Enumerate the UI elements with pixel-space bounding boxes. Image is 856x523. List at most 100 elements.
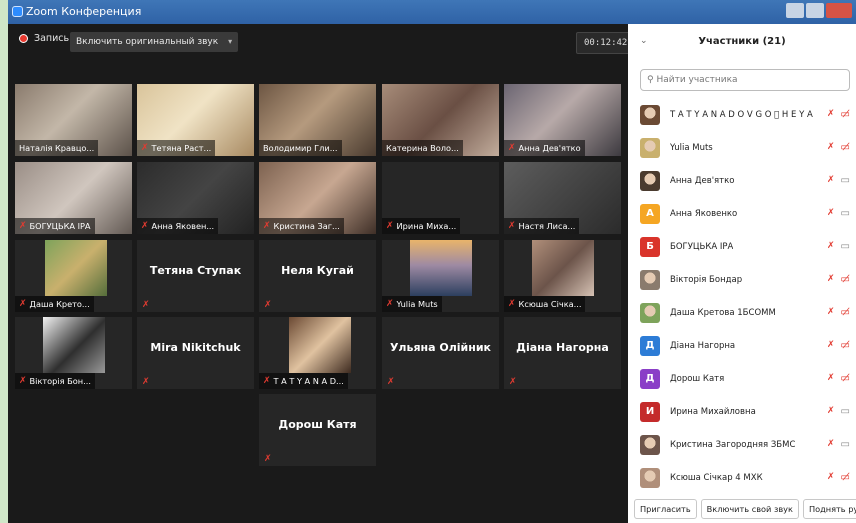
unmute-self-button[interactable]: Включить свой звук [700,499,799,519]
search-participant-input[interactable]: ⚲ Найти участника [640,69,850,91]
minimize-button[interactable] [786,3,804,18]
video-tile[interactable]: Дорош Катя ✗ [259,394,376,466]
participant-name-label: Наталія Кравцо... [15,140,99,156]
video-off-icon[interactable]: ▭̸ [841,274,850,285]
video-off-icon[interactable]: ▭̸ [841,340,850,351]
participant-name-label: ✗ Даша Крето... [15,296,94,312]
participant-row[interactable]: Yulia Muts ✗ ▭̸ [628,132,856,165]
record-label: Запись [34,33,70,44]
participant-name-label: Володимир Гли... [259,140,342,156]
close-button[interactable] [826,3,852,18]
participant-list-name: Кристина Загородняя ЗБМС [670,440,796,450]
participant-row[interactable]: Кристина Загородняя ЗБМС ✗ ▭ [628,429,856,462]
mic-muted-icon[interactable]: ✗ [827,109,835,120]
participant-row[interactable]: Б БОГУЦЬКА ІРА ✗ ▭ [628,231,856,264]
participant-row[interactable]: T A T Y A N A D O V G O ⃞ H E Y A ✗ ▭̸ [628,99,856,132]
video-tile[interactable]: Тетяна Ступак ✗ [137,240,254,312]
title-bar: Zoom Конференция [8,0,856,24]
video-tile[interactable]: Катерина Воло... [382,84,499,156]
video-tile[interactable]: Володимир Гли... [259,84,376,156]
participant-name-large: Дорош Катя [278,418,357,431]
mic-muted-icon[interactable]: ✗ [827,307,835,318]
video-tile[interactable]: ✗ Ирина Миха... [382,162,499,234]
participant-name-label: ✗ Ксюша Січка... [504,296,586,312]
participant-name: Анна Дев'ятко [518,143,581,153]
video-tile[interactable]: Mira Nikitchuk ✗ [137,317,254,389]
video-off-icon[interactable]: ▭̸ [841,307,850,318]
video-tile[interactable]: ✗ Кристина Заг... [259,162,376,234]
video-tile[interactable]: Діана Нагорна ✗ [504,317,621,389]
zoom-window: Zoom Конференция Запись Включить оригина… [8,0,856,523]
participant-row[interactable]: Анна Дев'ятко ✗ ▭ [628,165,856,198]
video-tile[interactable]: ✗ Анна Дев'ятко [504,84,621,156]
recording-indicator[interactable]: Запись [19,33,69,44]
mic-muted-icon[interactable]: ✗ [827,406,835,417]
mic-muted-icon: ✗ [264,454,272,464]
participant-name: Настя Лиса... [518,221,576,231]
participant-status-icons: ✗ ▭̸ [827,307,850,318]
video-tile[interactable]: Наталія Кравцо... [15,84,132,156]
participant-row[interactable]: И Ирина Михайловна ✗ ▭ [628,396,856,429]
invite-button[interactable]: Пригласить [634,499,697,519]
mic-muted-icon[interactable]: ✗ [827,439,835,450]
mic-muted-icon[interactable]: ✗ [827,142,835,153]
mic-muted-icon[interactable]: ✗ [827,208,835,219]
participant-name: Тетяна Раст... [151,143,212,153]
participant-name-label: ✗ Кристина Заг... [259,218,344,234]
participant-row[interactable]: Даша Кретова 1БСОММ ✗ ▭̸ [628,297,856,330]
participant-row[interactable]: Ксюша Січкар 4 МХК ✗ ▭̸ [628,462,856,495]
video-tile[interactable]: Ульяна Олійник ✗ [382,317,499,389]
participant-status-icons: ✗ ▭̸ [827,373,850,384]
participant-name-large: Mira Nikitchuk [150,341,241,354]
participant-row[interactable]: Вікторія Бондар ✗ ▭̸ [628,264,856,297]
original-sound-button[interactable]: Включить оригинальный звук ▾ [70,32,239,52]
video-off-icon[interactable]: ▭̸ [841,373,850,384]
meeting-top-bar: Запись Включить оригинальный звук ▾ 00:1… [8,24,636,60]
video-icon[interactable]: ▭ [841,439,850,450]
raise-hand-button[interactable]: Поднять руку [802,499,856,519]
video-off-icon[interactable]: ▭̸ [841,472,850,483]
video-tile[interactable]: ✗ T A T Y A N A D... [259,317,376,389]
participant-list-name: Діана Нагорна [670,341,736,351]
participant-row[interactable]: А Анна Яковенко ✗ ▭ [628,198,856,231]
video-tile[interactable]: ✗ Настя Лиса... [504,162,621,234]
video-tile[interactable]: ✗ Вікторія Бон... [15,317,132,389]
video-tile[interactable]: ✗ БОГУЦЬКА ІРА [15,162,132,234]
avatar [640,171,660,191]
participant-name: Даша Крето... [29,299,90,309]
mic-muted-icon[interactable]: ✗ [827,373,835,384]
maximize-button[interactable] [806,3,824,18]
participant-row[interactable]: Д Діана Нагорна ✗ ▭̸ [628,330,856,363]
participants-header: ⌄ Участники (21) [628,24,856,62]
mic-muted-icon[interactable]: ✗ [827,241,835,252]
video-icon[interactable]: ▭ [841,241,850,252]
video-off-icon[interactable]: ▭̸ [841,109,850,120]
mic-muted-icon[interactable]: ✗ [827,274,835,285]
mic-muted-icon[interactable]: ✗ [827,472,835,483]
participant-name: Ирина Миха... [396,221,457,231]
video-tile[interactable]: ✗ Тетяна Раст... [137,84,254,156]
chevron-down-icon[interactable]: ▾ [228,32,232,52]
video-off-icon[interactable]: ▭̸ [841,142,850,153]
mic-muted-icon[interactable]: ✗ [827,175,835,186]
video-icon[interactable]: ▭ [841,208,850,219]
participant-list-name: T A T Y A N A D O V G O ⃞ H E Y A [670,110,813,120]
participant-status-icons: ✗ ▭ [827,241,850,252]
video-tile[interactable]: ✗ Даша Крето... [15,240,132,312]
video-tile[interactable]: Неля Кугай ✗ [259,240,376,312]
video-tile[interactable]: ✗ Анна Яковен... [137,162,254,234]
participants-footer: Пригласить Включить свой звук Поднять ру… [628,497,856,523]
participant-list-name: Вікторія Бондар [670,275,743,285]
window-controls [786,3,852,18]
participant-name-label: ✗ БОГУЦЬКА ІРА [15,218,95,234]
avatar: Д [640,369,660,389]
video-icon[interactable]: ▭ [841,175,850,186]
participant-list-name: Yulia Muts [670,143,713,153]
avatar [640,138,660,158]
video-icon[interactable]: ▭ [841,406,850,417]
participants-list: T A T Y A N A D O V G O ⃞ H E Y A ✗ ▭̸ Yuli… [628,99,856,495]
video-tile[interactable]: ✗ Yulia Muts [382,240,499,312]
participant-row[interactable]: Д Дорош Катя ✗ ▭̸ [628,363,856,396]
mic-muted-icon[interactable]: ✗ [827,340,835,351]
video-tile[interactable]: ✗ Ксюша Січка... [504,240,621,312]
